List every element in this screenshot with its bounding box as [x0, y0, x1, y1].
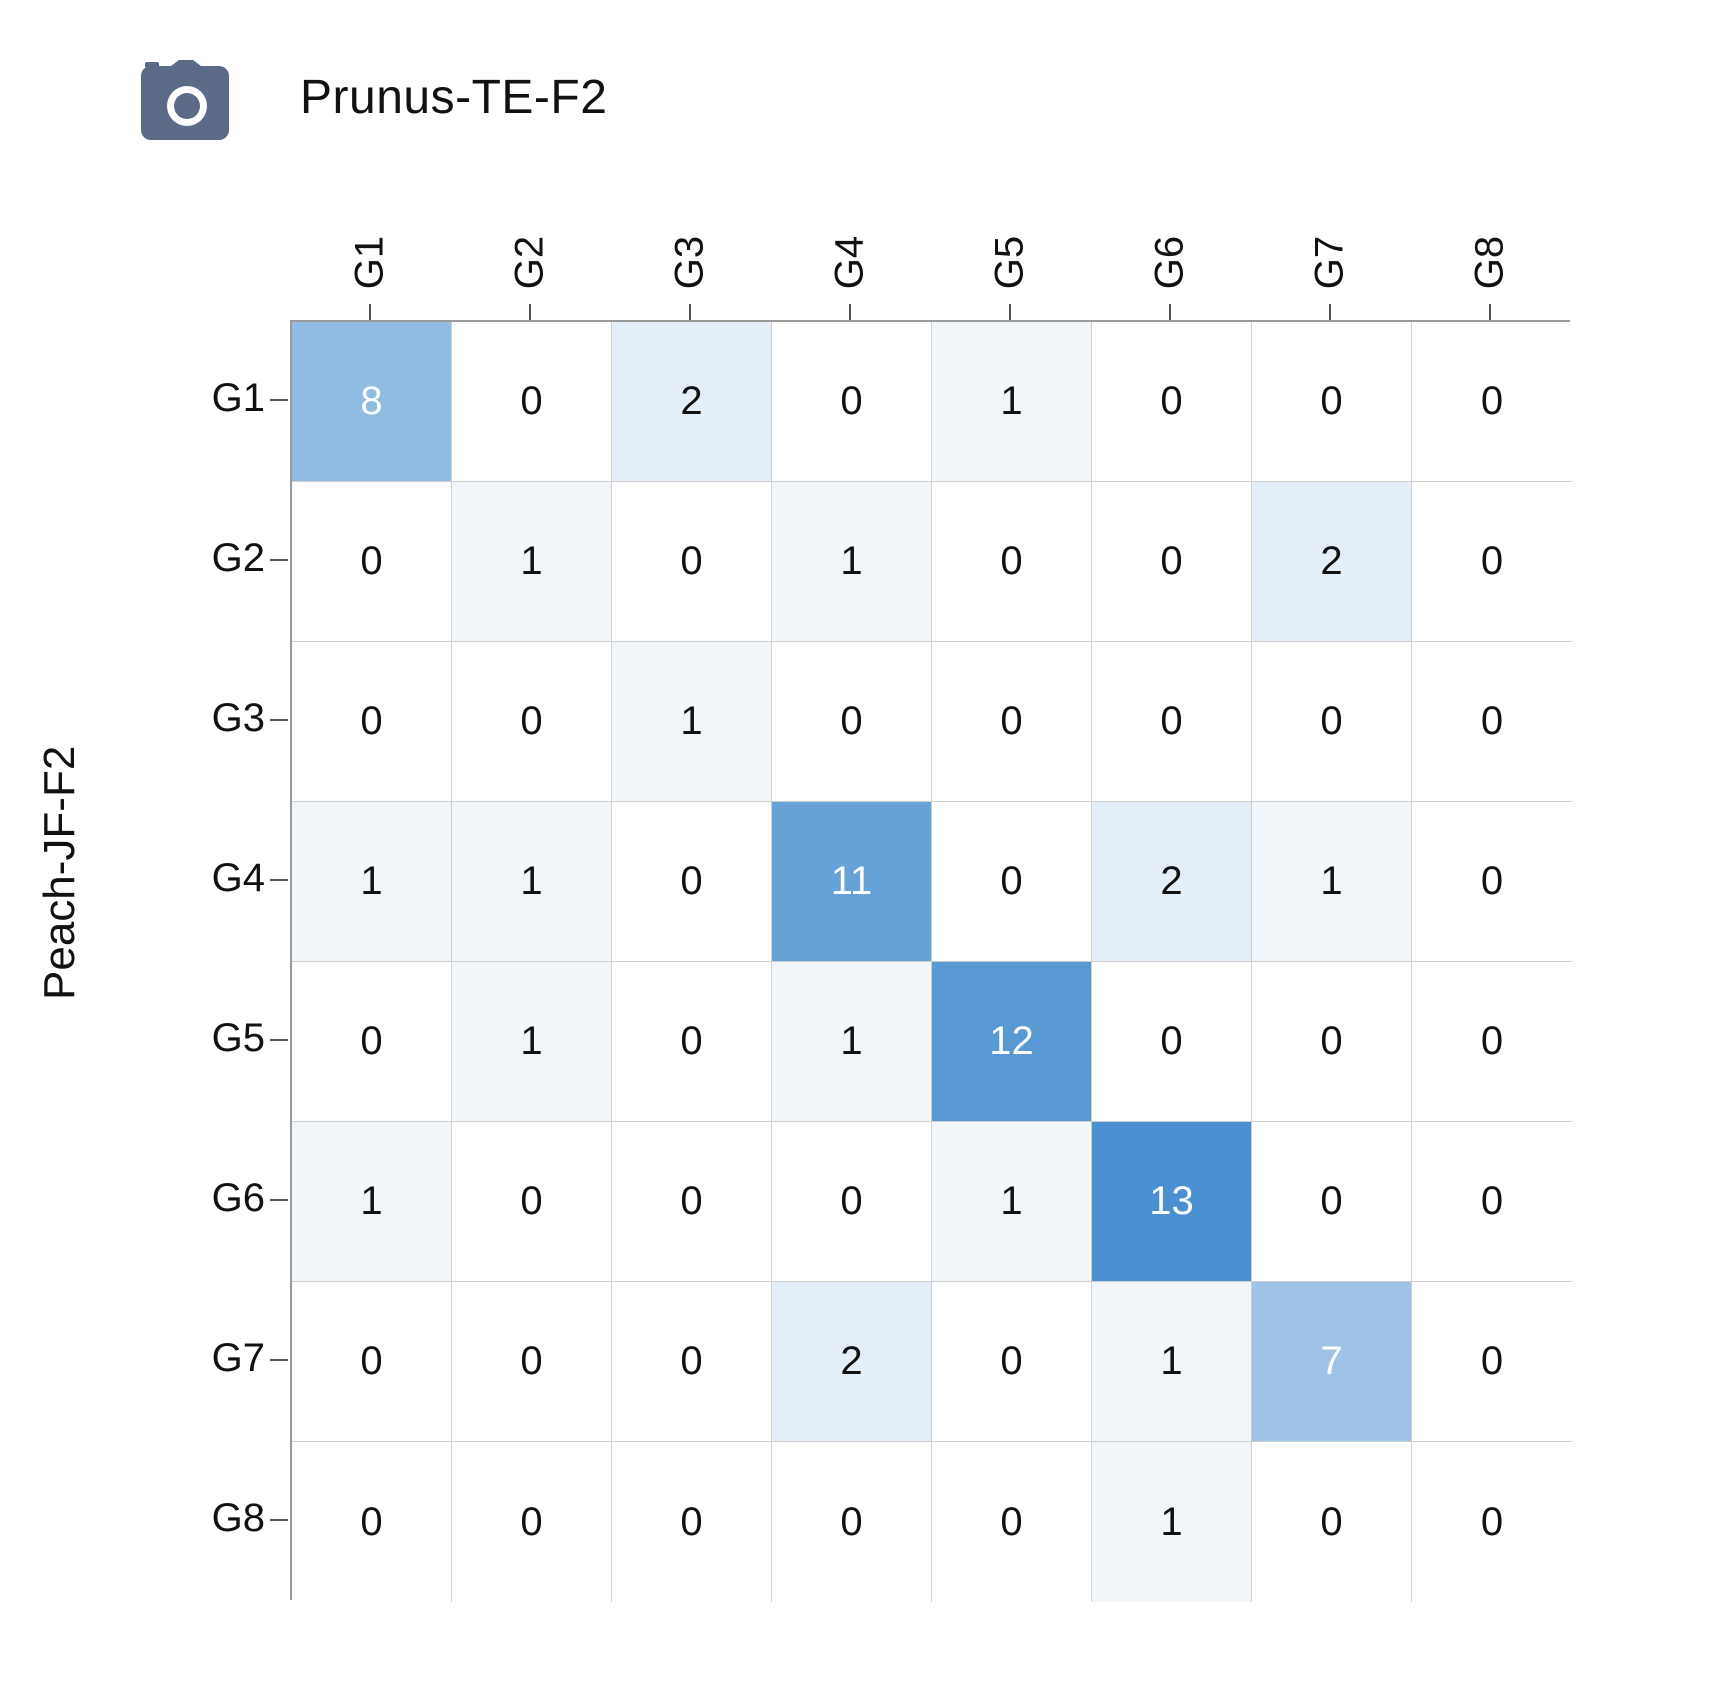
y-tick-label: G8: [145, 1496, 265, 1541]
heatmap-cell: 0: [1252, 642, 1412, 802]
heatmap-cell: 0: [452, 642, 612, 802]
heatmap-cell: 1: [772, 482, 932, 642]
heatmap-cell: 0: [612, 1442, 772, 1602]
heatmap-cell: 0: [932, 642, 1092, 802]
y-tick: [270, 879, 288, 881]
heatmap-cell: 0: [772, 322, 932, 482]
heatmap-matrix: 8020100001010020001000001101102100101120…: [290, 320, 1570, 1600]
heatmap-cell: 0: [1412, 962, 1572, 1122]
heatmap-cell: 0: [772, 642, 932, 802]
y-tick-label: G1: [145, 376, 265, 421]
heatmap-cell: 0: [1252, 962, 1412, 1122]
y-axis-ticks: [270, 320, 290, 1600]
y-tick: [270, 719, 288, 721]
heatmap-cell: 1: [1092, 1282, 1252, 1442]
heatmap-cell: 8: [292, 322, 452, 482]
y-tick: [270, 559, 288, 561]
y-tick: [270, 1359, 288, 1361]
y-tick-label: G4: [145, 856, 265, 901]
y-tick-label: G2: [145, 536, 265, 581]
heatmap-cell: 1: [612, 642, 772, 802]
y-tick-label: G3: [145, 696, 265, 741]
heatmap-cell: 0: [612, 802, 772, 962]
heatmap-cell: 0: [1412, 482, 1572, 642]
heatmap-cell: 0: [932, 482, 1092, 642]
heatmap-cell: 0: [1412, 802, 1572, 962]
heatmap-cell: 1: [1092, 1442, 1252, 1602]
y-tick: [270, 1519, 288, 1521]
heatmap-cell: 2: [612, 322, 772, 482]
heatmap-cell: 0: [292, 962, 452, 1122]
heatmap-cell: 2: [1252, 482, 1412, 642]
heatmap-cell: 0: [292, 1442, 452, 1602]
heatmap-cell: 0: [1412, 642, 1572, 802]
heatmap-cell: 0: [1252, 322, 1412, 482]
heatmap-cell: 0: [1092, 322, 1252, 482]
heatmap-cell: 1: [292, 1122, 452, 1282]
heatmap-cell: 12: [932, 962, 1092, 1122]
x-axis-ticks: [290, 300, 1570, 322]
heatmap-cell: 0: [612, 962, 772, 1122]
y-tick-label: G7: [145, 1336, 265, 1381]
heatmap-cell: 0: [772, 1442, 932, 1602]
heatmap-cell: 0: [452, 1442, 612, 1602]
heatmap-cell: 0: [292, 1282, 452, 1442]
y-tick: [270, 1199, 288, 1201]
heatmap-cell: 2: [772, 1282, 932, 1442]
heatmap-cell: 13: [1092, 1122, 1252, 1282]
heatmap-cell: 0: [1412, 1282, 1572, 1442]
heatmap-cell: 1: [452, 482, 612, 642]
heatmap-cell: 1: [932, 1122, 1092, 1282]
y-axis-tick-labels: G1 G2 G3 G4 G5 G6 G7 G8: [145, 320, 265, 1600]
heatmap-cell: 0: [452, 1282, 612, 1442]
heatmap-cell: 1: [452, 962, 612, 1122]
y-tick-label: G6: [145, 1176, 265, 1221]
heatmap-cell: 0: [1092, 482, 1252, 642]
heatmap-cell: 0: [1092, 962, 1252, 1122]
heatmap-cell: 0: [1252, 1442, 1412, 1602]
heatmap-cell: 0: [292, 642, 452, 802]
heatmap-cell: 0: [1092, 642, 1252, 802]
heatmap-cell: 1: [772, 962, 932, 1122]
camera-icon[interactable]: [135, 60, 235, 150]
y-tick-label: G5: [145, 1016, 265, 1061]
chart-title: Prunus-TE-F2: [300, 70, 607, 125]
y-tick: [270, 399, 288, 401]
heatmap-cell: 0: [1412, 1442, 1572, 1602]
heatmap-cell: 1: [292, 802, 452, 962]
y-axis-title: Peach-JF-F2: [35, 746, 85, 1000]
heatmap-cell: 0: [612, 1122, 772, 1282]
heatmap-cell: 0: [932, 1442, 1092, 1602]
heatmap-cell: 0: [932, 1282, 1092, 1442]
heatmap-cell: 0: [612, 1282, 772, 1442]
heatmap-cell: 2: [1092, 802, 1252, 962]
heatmap-cell: 7: [1252, 1282, 1412, 1442]
heatmap-cell: 0: [452, 1122, 612, 1282]
heatmap-cell: 11: [772, 802, 932, 962]
heatmap-cell: 1: [452, 802, 612, 962]
heatmap-cell: 1: [1252, 802, 1412, 962]
heatmap-cell: 0: [612, 482, 772, 642]
heatmap-cell: 1: [932, 322, 1092, 482]
heatmap-cell: 0: [452, 322, 612, 482]
x-axis-tick-labels: G1G2G3G4G5G6G7G8: [290, 190, 1570, 310]
heatmap-cell: 0: [1412, 322, 1572, 482]
heatmap-cell: 0: [1252, 1122, 1412, 1282]
y-tick: [270, 1039, 288, 1041]
heatmap-cell: 0: [1412, 1122, 1572, 1282]
heatmap-cell: 0: [932, 802, 1092, 962]
heatmap-cell: 0: [292, 482, 452, 642]
heatmap-cell: 0: [772, 1122, 932, 1282]
